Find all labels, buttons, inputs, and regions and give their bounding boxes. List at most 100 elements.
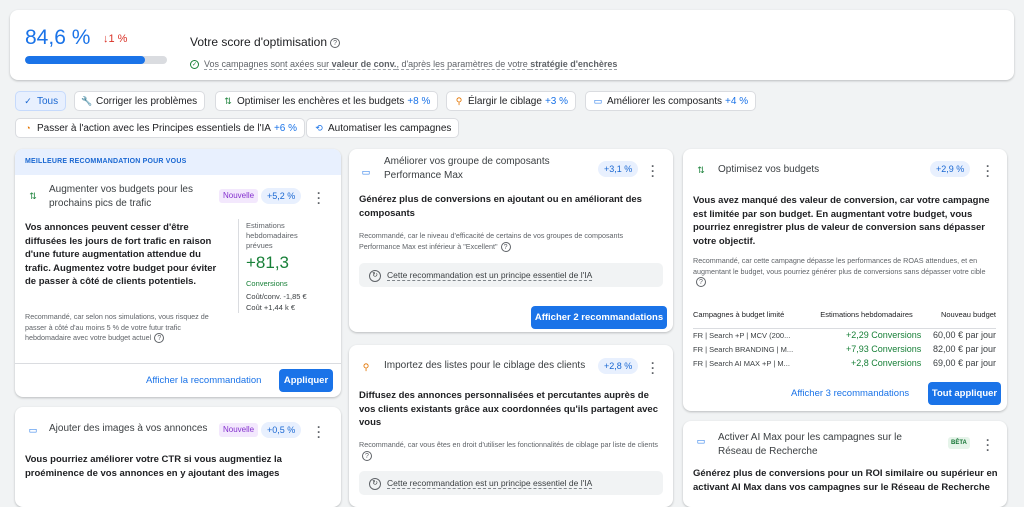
optimization-score-panel: 84,6 % ↓1 % Votre score d'optimisation? … bbox=[10, 10, 1014, 80]
more-options-icon[interactable]: · · · bbox=[650, 160, 656, 182]
campaign-name: FR | Search +P | MCV (200... bbox=[693, 330, 791, 340]
card-improve-asset-groups: ▭ Améliorer vos groupe de composants Per… bbox=[349, 149, 673, 332]
chip-expand-targeting[interactable]: ⚲ Élargir le ciblage +3 % bbox=[446, 91, 577, 111]
chip-all[interactable]: ✓ Tous bbox=[15, 91, 67, 111]
help-icon[interactable]: ? bbox=[500, 241, 511, 252]
ai-clock-icon: ◔ bbox=[25, 123, 31, 133]
chip-pct: +8 % bbox=[407, 96, 431, 107]
chip-improve-assets[interactable]: ▭ Améliorer les composants +4 % bbox=[585, 91, 757, 111]
score-impact-badge: +3,1 % bbox=[598, 161, 639, 177]
chip-ai-essentials[interactable]: ◔ Passer à l'action avec les Principes es… bbox=[15, 118, 306, 138]
chip-bids-budgets[interactable]: ⇅ Optimiser les enchères et les budgets +8… bbox=[215, 91, 439, 111]
card-note: Recommandé, car le niveau d'efficacité d… bbox=[359, 231, 659, 252]
card-note-text: Recommandé, car cette campagne dépasse l… bbox=[693, 256, 986, 276]
card-activate-ai-max: ▭ Activer AI Max pour les campagnes sur … bbox=[683, 421, 1007, 507]
ai-essential-banner: ↻ Cette recommandation est un principe es… bbox=[359, 263, 663, 287]
card-note: Recommandé, car cette campagne dépasse l… bbox=[693, 256, 993, 288]
help-icon[interactable]: ? bbox=[154, 333, 165, 344]
ai-clock-icon: ↻ bbox=[369, 477, 381, 490]
automate-icon: ⟲ bbox=[315, 123, 323, 133]
score-title: Votre score d'optimisation? bbox=[190, 35, 341, 49]
estimate-unit: Conversions bbox=[246, 279, 288, 288]
chip-automate[interactable]: ⟲ Automatiser les campagnes bbox=[306, 118, 460, 138]
card-title: Ajouter des images à vos annonces bbox=[49, 423, 208, 434]
card-description: Vous avez manqué des valeur de conversio… bbox=[693, 195, 990, 247]
chip-pct: +4 % bbox=[725, 96, 749, 107]
table-header: Campagnes à budget limité Estimations he… bbox=[693, 307, 996, 322]
card-title: Améliorer vos groupe de composants Perfo… bbox=[384, 156, 550, 181]
new-badge: Nouvelle bbox=[219, 189, 259, 203]
card-description: Générez plus de conversions en ajoutant … bbox=[359, 194, 642, 219]
cost-total: Coût +1,44 k € bbox=[246, 303, 295, 312]
score-sub-text: Vos campagnes sont axées sur bbox=[204, 59, 332, 70]
campaign-name: FR | Search AI MAX +P | M... bbox=[693, 358, 790, 368]
search-icon: ⚲ bbox=[362, 362, 370, 372]
card-note-text: Recommandé, car le niveau d'efficacité d… bbox=[359, 231, 624, 251]
view-recommendation-link[interactable]: Afficher la recommandation bbox=[146, 375, 261, 386]
score-delta: ↓1 % bbox=[103, 33, 128, 45]
card-note-text: Recommandé, car selon nos simulations, v… bbox=[25, 312, 209, 342]
chip-label: Corriger les problèmes bbox=[96, 96, 198, 107]
more-options-icon[interactable]: · · · bbox=[316, 187, 322, 209]
table-row: FR | Search AI MAX +P | M... +2,8 Conver… bbox=[693, 356, 996, 370]
campaign-name: FR | Search BRANDING | M... bbox=[693, 344, 794, 354]
search-icon: ⚲ bbox=[455, 96, 463, 106]
card-description: Diffusez des annonces personnalisées et … bbox=[359, 390, 658, 428]
more-options-icon[interactable]: · · · bbox=[650, 357, 656, 379]
score-impact-badge: +5,2 % bbox=[261, 188, 302, 204]
show-2-recommendations-button[interactable]: Afficher 2 recommandations bbox=[531, 306, 667, 329]
show-3-recommendations-link[interactable]: Afficher 3 recommandations bbox=[791, 388, 909, 399]
card-description: Vos annonces peuvent cesser d'être diffu… bbox=[25, 222, 217, 287]
new-badge: Nouvelle bbox=[219, 423, 259, 437]
card-increase-budgets: MEILLEURE RECOMMANDATION POUR VOUS ⇅ Aug… bbox=[15, 149, 341, 397]
apply-all-button[interactable]: Tout appliquer bbox=[928, 382, 1001, 405]
card-note: Recommandé, car vous êtes en droit d'uti… bbox=[359, 440, 659, 461]
chip-pct: +6 % bbox=[273, 123, 298, 134]
help-icon[interactable]: ? bbox=[330, 37, 341, 48]
new-budget-cell: 60,00 € par jour bbox=[932, 330, 996, 341]
ai-essential-banner: ↻ Cette recommandation est un principe es… bbox=[359, 471, 663, 495]
card-add-images: ▭ Ajouter des images à vos annonces Nouv… bbox=[15, 407, 341, 507]
score-impact-badge: +2,9 % bbox=[930, 161, 971, 177]
table-row: FR | Search BRANDING | M... +7,93 Conver… bbox=[693, 342, 996, 356]
asset-icon: ▭ bbox=[361, 167, 371, 177]
divider bbox=[238, 219, 239, 313]
bid-strategy-link[interactable]: stratégie d'enchères bbox=[530, 59, 618, 70]
score-subtitle: ✓ Vos campagnes sont axées sur valeur de … bbox=[190, 59, 618, 70]
estimate-label: Estimations hebdomadaires prévues bbox=[246, 221, 298, 250]
table-row: FR | Search +P | MCV (200... +2,29 Conve… bbox=[693, 328, 996, 342]
more-options-icon[interactable]: · · · bbox=[985, 160, 991, 182]
chip-label: Passer à l'action avec les Principes ess… bbox=[37, 123, 271, 134]
apply-button[interactable]: Appliquer bbox=[279, 369, 333, 392]
col-header: Campagnes à budget limité bbox=[693, 310, 785, 319]
ai-essential-link[interactable]: Cette recommandation est un principe ess… bbox=[387, 478, 593, 489]
card-title: Activer AI Max pour les campagnes sur le… bbox=[718, 432, 902, 457]
score-progress-fill bbox=[25, 56, 146, 64]
card-note: Recommandé, car selon nos simulations, v… bbox=[25, 312, 225, 344]
optimization-score-value: 84,6 % bbox=[25, 26, 91, 49]
help-icon[interactable]: ? bbox=[362, 450, 372, 461]
more-options-icon[interactable]: · · · bbox=[316, 421, 322, 443]
budget-table: Campagnes à budget limité Estimations he… bbox=[693, 307, 996, 370]
best-recommendation-banner: MEILLEURE RECOMMANDATION POUR VOUS bbox=[15, 149, 341, 175]
ai-essential-link[interactable]: Cette recommandation est un principe ess… bbox=[387, 270, 593, 281]
score-impact-badge: +0,5 % bbox=[261, 422, 302, 438]
divider bbox=[15, 363, 341, 364]
chip-label: Tous bbox=[37, 96, 59, 107]
asset-icon: ▭ bbox=[696, 436, 706, 446]
card-title: Optimisez vos budgets bbox=[718, 164, 820, 175]
beta-badge: BÊTA bbox=[948, 437, 970, 449]
chip-fix-problems[interactable]: 🔧 Corriger les problèmes bbox=[74, 91, 206, 111]
chip-label: Élargir le ciblage bbox=[468, 96, 542, 107]
more-options-icon[interactable]: · · · bbox=[985, 434, 991, 456]
estimate-value: +81,3 bbox=[246, 253, 290, 272]
check-icon: ✓ bbox=[24, 96, 32, 106]
check-circle-icon: ✓ bbox=[190, 60, 199, 70]
conversion-value-link[interactable]: valeur de conv. bbox=[331, 59, 397, 70]
score-impact-badge: +2,8 % bbox=[598, 358, 639, 374]
bidding-arrows-icon: ⇅ bbox=[697, 165, 705, 175]
chip-label: Automatiser les campagnes bbox=[328, 123, 452, 134]
help-icon[interactable]: ? bbox=[696, 277, 706, 288]
card-import-customer-lists: ⚲ Importez des listes pour le ciblage de… bbox=[349, 345, 673, 507]
card-title: Augmenter vos budgets pour les prochains… bbox=[49, 184, 193, 209]
